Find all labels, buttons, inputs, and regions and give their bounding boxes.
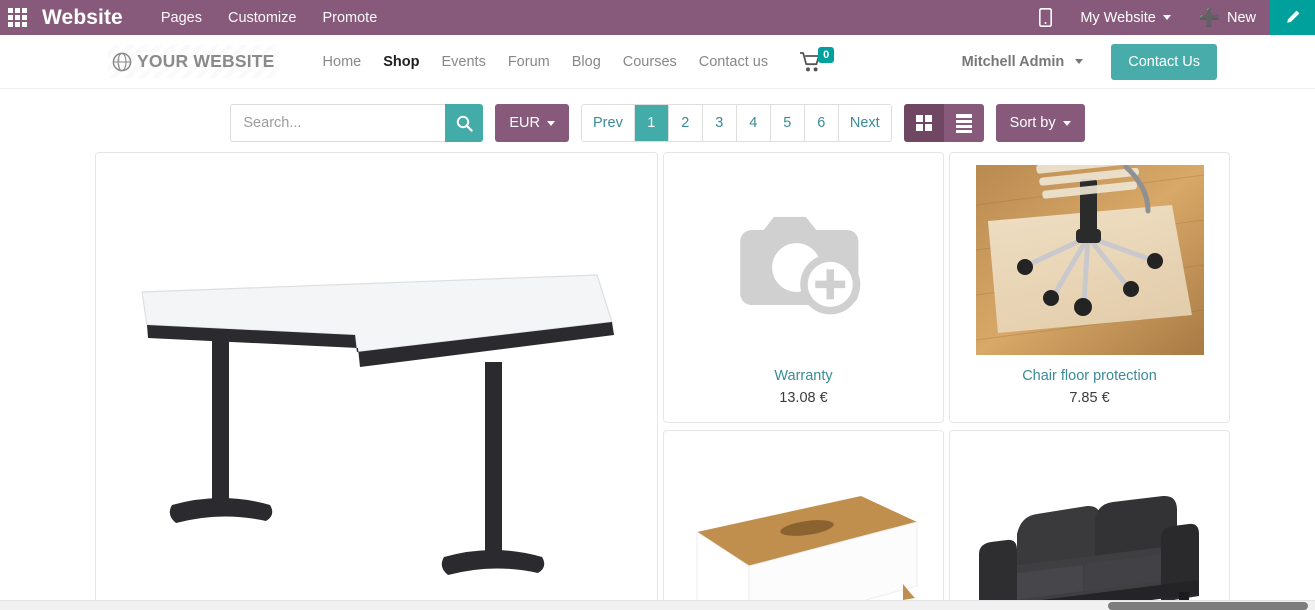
currency-selector[interactable]: EUR xyxy=(495,104,570,142)
horizontal-scrollbar[interactable] xyxy=(0,600,1315,610)
product-name: Chair floor protection xyxy=(1022,368,1157,384)
search-input[interactable] xyxy=(230,104,446,142)
product-card-sofa[interactable] xyxy=(949,430,1230,610)
nav-item-contact-us[interactable]: Contact us xyxy=(688,54,779,70)
pagination-page-2[interactable]: 2 xyxy=(668,105,703,141)
view-mode-toggle xyxy=(903,104,984,142)
product-price: 7.85 € xyxy=(1069,390,1110,406)
product-image-white-corner-desk xyxy=(96,153,657,610)
pagination-page-6[interactable]: 6 xyxy=(804,105,839,141)
odoo-menu-promote[interactable]: Promote xyxy=(322,10,377,26)
new-button-label: New xyxy=(1226,9,1256,26)
nav-item-events[interactable]: Events xyxy=(430,54,496,70)
globe-icon xyxy=(112,52,132,71)
product-image-no-image-placeholder xyxy=(664,153,943,366)
site-navigation: Home Shop Events Forum Blog Courses Cont… xyxy=(312,54,780,70)
product-card-desk[interactable] xyxy=(95,152,658,610)
site-logo[interactable]: YOUR WEBSITE xyxy=(108,45,279,78)
product-image-cable-management-box xyxy=(664,431,943,610)
chevron-down-icon xyxy=(1062,120,1071,126)
odoo-app-title[interactable]: Website xyxy=(42,6,123,30)
product-card-cable-box[interactable] xyxy=(663,430,944,610)
pagination-page-4[interactable]: 4 xyxy=(736,105,771,141)
currency-selector-label: EUR xyxy=(509,115,541,131)
product-image-chair-floor-mat-photo xyxy=(950,153,1229,366)
pagination-page-1[interactable]: 1 xyxy=(634,105,669,141)
product-name: Warranty xyxy=(774,368,833,384)
odoo-menu: Pages Customize Promote xyxy=(161,10,377,26)
website-selector[interactable]: My Website xyxy=(1066,0,1184,35)
chevron-down-icon xyxy=(1162,15,1171,20)
sort-by-label: Sort by xyxy=(1009,115,1056,131)
nav-item-shop[interactable]: Shop xyxy=(372,54,430,70)
cart-count-badge: 0 xyxy=(818,46,835,64)
list-view-icon[interactable] xyxy=(943,104,984,142)
pagination-prev[interactable]: Prev xyxy=(582,105,635,141)
chevron-down-icon xyxy=(1075,59,1084,65)
plus-icon: ➕ xyxy=(1198,8,1220,27)
pagination-page-3[interactable]: 3 xyxy=(702,105,737,141)
grid-view-icon[interactable] xyxy=(903,104,944,142)
product-card-warranty[interactable]: Warranty 13.08 € xyxy=(663,152,944,423)
magnifier-icon xyxy=(456,115,473,132)
user-menu-label: Mitchell Admin xyxy=(961,53,1065,70)
nav-item-courses[interactable]: Courses xyxy=(612,54,688,70)
contact-us-button[interactable]: Contact Us xyxy=(1111,43,1217,80)
pagination: Prev 1 2 3 4 5 6 Next xyxy=(581,104,892,142)
apps-grid-icon[interactable] xyxy=(2,0,32,35)
site-logo-text: YOUR WEBSITE xyxy=(137,51,275,71)
shop-toolbar: EUR Prev 1 2 3 4 5 6 Next Sort by xyxy=(0,89,1315,152)
pagination-page-5[interactable]: 5 xyxy=(770,105,805,141)
cart-button[interactable]: 0 xyxy=(799,46,835,73)
search-submit-button[interactable] xyxy=(445,104,484,142)
scrollbar-thumb[interactable] xyxy=(1108,602,1308,610)
pencil-icon xyxy=(1287,10,1300,23)
search-group xyxy=(230,104,484,142)
pagination-next[interactable]: Next xyxy=(838,105,891,141)
odoo-menu-pages[interactable]: Pages xyxy=(161,10,202,26)
mobile-phone-icon[interactable] xyxy=(1025,0,1066,35)
sort-by-dropdown[interactable]: Sort by xyxy=(995,104,1085,142)
product-price: 13.08 € xyxy=(779,390,828,406)
nav-item-forum[interactable]: Forum xyxy=(497,54,561,70)
product-grid: Warranty 13.08 € Chair floor protection … xyxy=(0,152,1315,610)
product-image-black-leather-sofa xyxy=(950,431,1229,610)
odoo-menu-customize[interactable]: Customize xyxy=(228,10,297,26)
nav-item-home[interactable]: Home xyxy=(312,54,373,70)
chevron-down-icon xyxy=(547,120,556,126)
edit-page-button[interactable] xyxy=(1270,0,1315,35)
website-selector-label: My Website xyxy=(1080,9,1156,26)
nav-item-blog[interactable]: Blog xyxy=(561,54,612,70)
user-menu[interactable]: Mitchell Admin xyxy=(962,54,1084,70)
odoo-bar-right: My Website ➕ New xyxy=(1025,0,1315,35)
odoo-top-bar: Website Pages Customize Promote My Websi… xyxy=(0,0,1315,35)
new-button[interactable]: ➕ New xyxy=(1185,0,1270,35)
product-card-chair-floor-protection[interactable]: Chair floor protection 7.85 € xyxy=(949,152,1230,423)
website-header: YOUR WEBSITE Home Shop Events Forum Blog… xyxy=(0,35,1315,89)
